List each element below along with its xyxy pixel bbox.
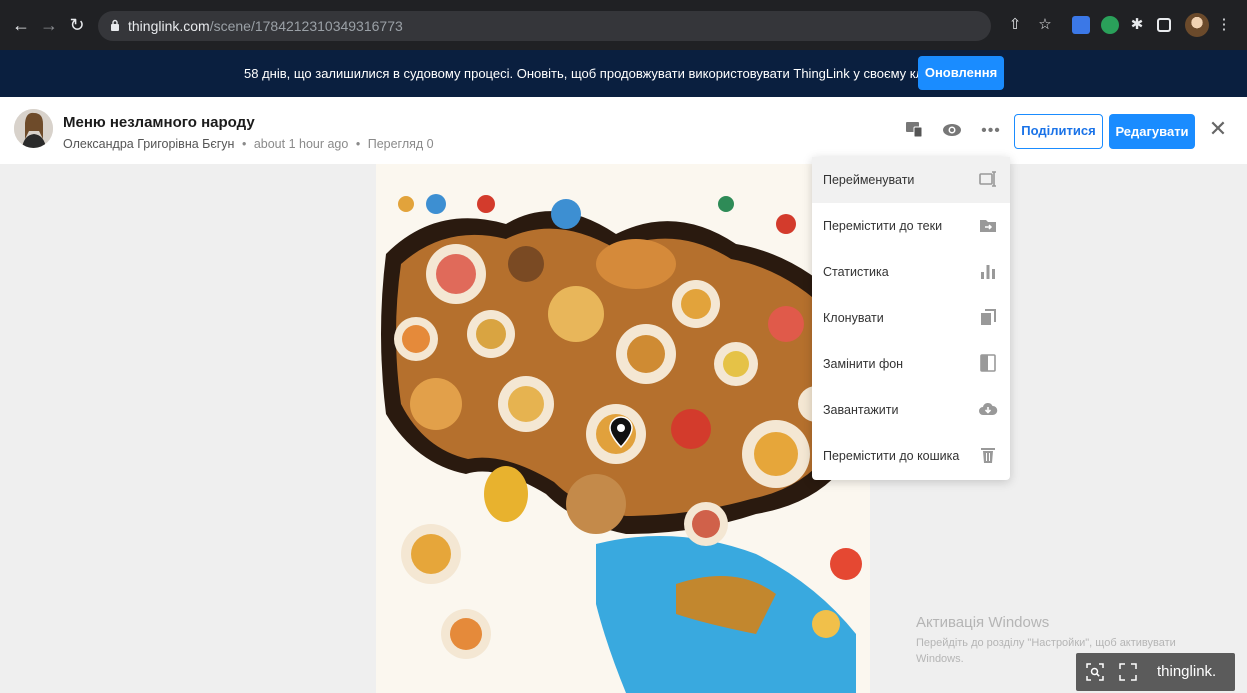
- replace-background-icon: [980, 354, 996, 372]
- extension-green-icon[interactable]: [1101, 16, 1119, 34]
- update-button[interactable]: Оновлення: [918, 56, 1004, 90]
- menu-item-label: Завантажити: [823, 403, 899, 417]
- menu-item-clone[interactable]: Клонувати: [812, 295, 1010, 341]
- rename-icon: [979, 171, 996, 187]
- scene-header: Меню незламного народу Олександра Григор…: [0, 97, 1247, 164]
- side-panel-icon[interactable]: [1157, 18, 1171, 32]
- menu-item-label: Статистика: [823, 265, 889, 279]
- bookmark-star-icon[interactable]: ☆: [1034, 14, 1056, 36]
- profile-avatar[interactable]: [1185, 13, 1209, 37]
- options-menu: Перейменувати Перемістити до теки Статис…: [812, 157, 1010, 480]
- close-icon[interactable]: ✕: [1206, 117, 1230, 141]
- forward-icon[interactable]: →: [38, 14, 60, 36]
- share-page-icon[interactable]: ⇧: [1004, 14, 1026, 36]
- menu-item-label: Замінити фон: [823, 357, 904, 371]
- menu-item-label: Перемістити до кошика: [823, 449, 960, 463]
- lock-icon: [111, 19, 119, 31]
- move-folder-icon: [980, 220, 996, 232]
- reload-icon[interactable]: ↻: [66, 14, 88, 36]
- address-bar[interactable]: thinglink.com/scene/1784212310349316773: [98, 11, 991, 41]
- url-text: thinglink.com/scene/1784212310349316773: [128, 18, 403, 34]
- download-cloud-icon: [979, 402, 998, 415]
- devices-preview-icon[interactable]: [902, 119, 926, 143]
- menu-item-label: Клонувати: [823, 311, 884, 325]
- clone-icon: [981, 309, 996, 325]
- edit-button[interactable]: Редагувати: [1109, 114, 1195, 149]
- more-menu-icon[interactable]: ⋮: [1213, 14, 1235, 36]
- page-title: Меню незламного народу: [63, 114, 255, 131]
- menu-item-download[interactable]: Завантажити: [812, 387, 1010, 433]
- eye-icon[interactable]: [940, 119, 964, 143]
- share-button[interactable]: Поділитися: [1014, 114, 1103, 149]
- browser-toolbar: ← → ↻ thinglink.com/scene/17842123103493…: [0, 0, 1247, 50]
- menu-item-label: Перемістити до теки: [823, 219, 943, 233]
- back-icon[interactable]: ←: [10, 14, 32, 36]
- view-count: Перегляд 0: [367, 137, 434, 151]
- extension-translate-icon[interactable]: [1072, 16, 1090, 34]
- trash-icon: [981, 448, 995, 463]
- watermark-title: Активація Windows: [916, 614, 1050, 631]
- fullscreen-icon[interactable]: [1119, 663, 1137, 681]
- tag-pin-icon[interactable]: [608, 416, 634, 448]
- author-name[interactable]: Олександра Григорівна Бєгун: [63, 137, 234, 151]
- trial-banner: 58 днів, що залишилися в судовому процес…: [0, 50, 1247, 97]
- menu-item-rename[interactable]: Перейменувати: [812, 157, 1010, 203]
- avatar[interactable]: [14, 109, 53, 148]
- menu-item-replace-background[interactable]: Замінити фон: [812, 341, 1010, 387]
- menu-item-trash[interactable]: Перемістити до кошика: [812, 433, 1010, 479]
- author-photo-icon: [14, 109, 53, 148]
- menu-item-stats[interactable]: Статистика: [812, 249, 1010, 295]
- more-options-icon[interactable]: •••: [979, 119, 1003, 143]
- extensions-puzzle-icon[interactable]: ✱: [1126, 14, 1148, 36]
- menu-item-move-to-folder[interactable]: Перемістити до теки: [812, 203, 1010, 249]
- thinglink-logo[interactable]: thinglink.: [1157, 663, 1216, 680]
- menu-item-label: Перейменувати: [823, 173, 915, 187]
- stats-icon: [981, 265, 995, 279]
- meta-separator: •: [241, 137, 247, 151]
- viewer-toolbar: thinglink.: [1076, 653, 1235, 691]
- time-ago: about 1 hour ago: [253, 137, 349, 151]
- banner-message: 58 днів, що залишилися в судовому процес…: [244, 66, 944, 81]
- scene-meta: Олександра Григорівна Бєгун • about 1 ho…: [63, 137, 434, 151]
- zoom-search-icon[interactable]: [1086, 663, 1104, 681]
- meta-separator: •: [355, 137, 361, 151]
